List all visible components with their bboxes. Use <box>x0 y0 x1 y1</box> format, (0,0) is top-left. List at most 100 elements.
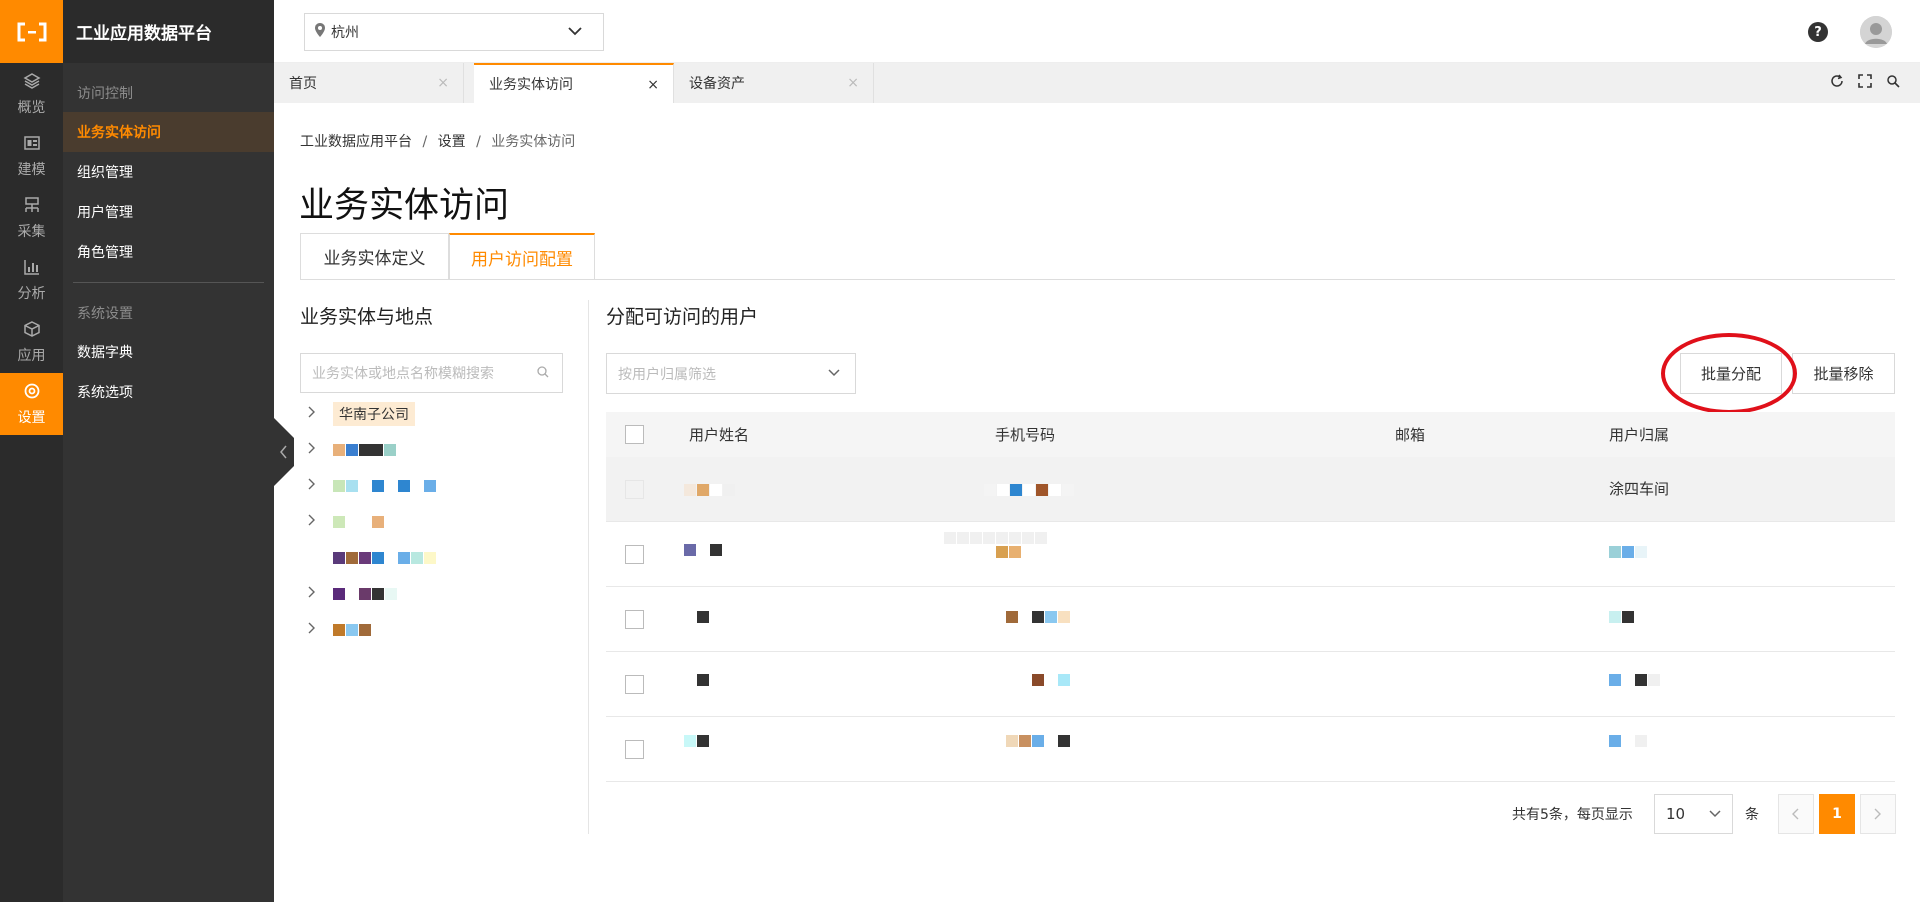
tree-node[interactable] <box>300 432 570 468</box>
city-select[interactable]: 杭州 <box>304 13 604 51</box>
row-checkbox[interactable] <box>625 480 644 499</box>
table-row[interactable] <box>606 522 1895 587</box>
batch-remove-button[interactable]: 批量移除 <box>1792 353 1895 394</box>
tab-label: 首页 <box>289 76 317 92</box>
chevron-right-icon[interactable] <box>300 442 324 458</box>
user-avatar-icon <box>1860 16 1892 48</box>
tree-node[interactable] <box>300 540 570 576</box>
tab-user-access-config[interactable]: 用户访问配置 <box>449 233 595 280</box>
prev-page-button[interactable] <box>1778 794 1814 834</box>
redacted-phone-tail <box>996 546 1022 558</box>
refresh-icon[interactable] <box>1830 74 1844 92</box>
entity-search-placeholder: 业务实体或地点名称模糊搜索 <box>312 366 494 382</box>
rail-item-settings[interactable]: 设置 <box>0 373 63 435</box>
tabs-underline <box>300 279 1895 280</box>
row-checkbox[interactable] <box>625 740 644 759</box>
table-row[interactable] <box>606 652 1895 717</box>
column-header-owner[interactable]: 用户归属 <box>1609 424 1669 445</box>
chevron-right-icon[interactable] <box>300 586 324 602</box>
table-row[interactable]: 涂四车间 <box>606 457 1895 522</box>
logo[interactable] <box>0 0 63 63</box>
row-checkbox[interactable] <box>625 610 644 629</box>
redacted-label <box>333 546 437 570</box>
table-row[interactable] <box>606 717 1895 782</box>
fullscreen-icon[interactable] <box>1858 74 1872 92</box>
users-panel-title: 分配可访问的用户 <box>606 306 759 328</box>
tree-node[interactable] <box>300 504 570 540</box>
table-row[interactable] <box>606 587 1895 652</box>
sidebar-item-dictionary[interactable]: 数据字典 <box>63 332 274 372</box>
owner-filter-select[interactable]: 按用户归属筛选 <box>606 353 856 394</box>
tab-tools <box>1830 63 1920 103</box>
page-size-select[interactable]: 10 <box>1654 794 1733 834</box>
row-checkbox[interactable] <box>625 545 644 564</box>
app-title: 工业应用数据平台 <box>63 0 274 63</box>
tree-node[interactable] <box>300 576 570 612</box>
redacted-label <box>333 474 437 498</box>
search-icon[interactable] <box>1886 74 1900 92</box>
highlight-ring <box>1661 333 1797 414</box>
rail-item-analysis[interactable]: 分析 <box>0 249 63 311</box>
tree-node-label: 华南子公司 <box>333 402 415 426</box>
tree-node[interactable]: 华南子公司 <box>300 396 570 432</box>
close-icon[interactable]: × <box>647 77 659 93</box>
sidebar-collapse-toggle[interactable] <box>274 418 294 486</box>
row-checkbox[interactable] <box>625 675 644 694</box>
tab-entity-access[interactable]: 业务实体访问 × <box>474 63 674 103</box>
sidebar-item-org[interactable]: 组织管理 <box>63 152 274 192</box>
chevron-down-icon <box>827 366 841 384</box>
settings-icon <box>23 382 41 405</box>
redacted-owner <box>1609 735 1648 747</box>
rail-item-overview[interactable]: 概览 <box>0 63 63 125</box>
sidebar-item-users[interactable]: 用户管理 <box>63 192 274 232</box>
rail-label: 分析 <box>17 285 46 302</box>
redacted-name <box>684 611 710 623</box>
rail-item-modeling[interactable]: 建模 <box>0 125 63 187</box>
rail-label: 采集 <box>17 223 46 240</box>
help-icon[interactable]: ? <box>1808 22 1828 42</box>
pagination-unit: 条 <box>1745 807 1759 823</box>
pagination-total: 共有5条，每页显示 <box>1512 807 1633 823</box>
chevron-right-icon[interactable] <box>300 622 324 638</box>
chevron-left-icon <box>274 418 294 486</box>
breadcrumb-settings[interactable]: 设置 <box>438 134 466 150</box>
layout-icon <box>23 134 41 157</box>
breadcrumb-root[interactable]: 工业数据应用平台 <box>300 134 412 150</box>
tab-entity-definition[interactable]: 业务实体定义 <box>300 233 449 280</box>
next-page-button[interactable] <box>1860 794 1896 834</box>
sidebar-item-entity-access[interactable]: 业务实体访问 <box>63 112 274 152</box>
column-header-phone[interactable]: 手机号码 <box>995 424 1055 445</box>
redacted-phone <box>984 484 1075 496</box>
chevron-right-icon[interactable] <box>300 406 324 422</box>
avatar[interactable] <box>1860 16 1892 48</box>
sidebar-item-roles[interactable]: 角色管理 <box>63 232 274 272</box>
sidebar-group-access: 访问控制 <box>77 86 133 102</box>
close-icon[interactable]: × <box>847 75 859 91</box>
rail-label: 概览 <box>17 99 46 116</box>
tree-node[interactable] <box>300 612 570 648</box>
rail-label: 建模 <box>17 161 46 178</box>
sidebar-item-options[interactable]: 系统选项 <box>63 372 274 412</box>
column-header-email[interactable]: 邮箱 <box>1395 424 1425 445</box>
chevron-right-icon[interactable] <box>300 514 324 530</box>
rail-item-apps[interactable]: 应用 <box>0 311 63 373</box>
logo-icon <box>17 22 46 41</box>
tab-label: 业务实体访问 <box>489 77 573 93</box>
breadcrumb-separator: / <box>422 134 428 150</box>
select-all-checkbox[interactable] <box>625 425 644 444</box>
entity-tree: 华南子公司 <box>300 396 570 648</box>
panel-divider <box>588 300 589 834</box>
page-button-current[interactable]: 1 <box>1819 794 1855 834</box>
tab-home[interactable]: 首页 × <box>274 63 464 103</box>
chevron-right-icon[interactable] <box>300 478 324 494</box>
chevron-down-icon <box>1708 807 1722 825</box>
tree-node[interactable] <box>300 468 570 504</box>
close-icon[interactable]: × <box>437 75 449 91</box>
search-icon[interactable] <box>536 365 550 383</box>
tab-devices[interactable]: 设备资产 × <box>674 63 874 103</box>
rail-item-collect[interactable]: 采集 <box>0 187 63 249</box>
redacted-phone <box>1006 674 1071 686</box>
redacted-label <box>333 510 385 534</box>
entity-search-input[interactable]: 业务实体或地点名称模糊搜索 <box>300 353 563 393</box>
column-header-name[interactable]: 用户姓名 <box>689 424 749 445</box>
